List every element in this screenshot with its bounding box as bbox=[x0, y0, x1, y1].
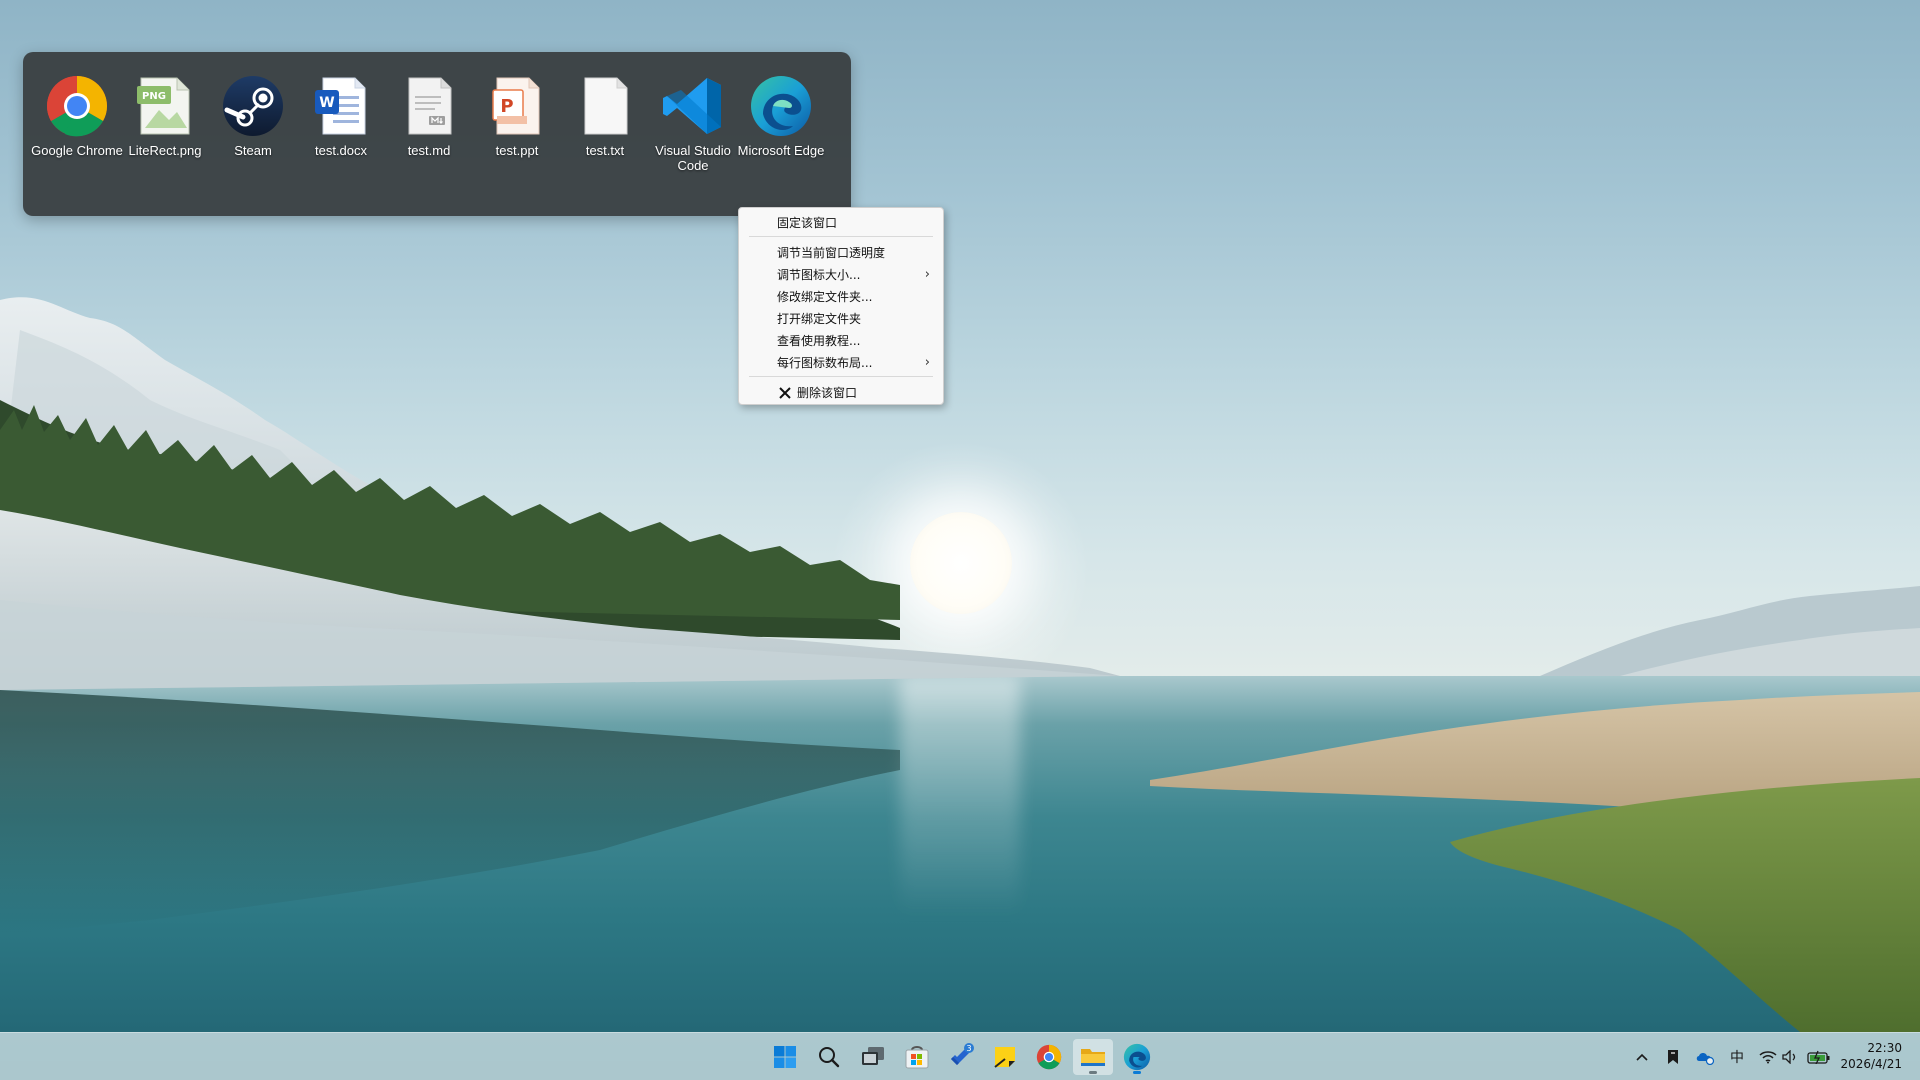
desktop-item-label: test.md bbox=[407, 143, 451, 158]
sticky-notes-icon bbox=[994, 1047, 1015, 1068]
submenu-arrow-icon: › bbox=[924, 355, 930, 370]
desktop-item-label: Microsoft Edge bbox=[737, 143, 825, 158]
tray-bookmark[interactable] bbox=[1663, 1045, 1683, 1069]
fence-context-menu: 固定该窗口 调节当前窗口透明度 调节图标大小... › 修改绑定文件夹... 打… bbox=[738, 207, 944, 405]
menu-item-label: 每行图标数布局... bbox=[777, 356, 873, 370]
desktop-fence-panel[interactable]: Google Chrome PNG LiteRect.png Steam W t… bbox=[23, 52, 851, 216]
edge-icon bbox=[1123, 1043, 1151, 1071]
taskbar-chrome[interactable] bbox=[1029, 1039, 1069, 1075]
menu-item-adjust-opacity[interactable]: 调节当前窗口透明度 bbox=[740, 242, 942, 264]
bookmark-icon bbox=[1668, 1050, 1678, 1064]
edge-icon bbox=[747, 72, 815, 140]
menu-separator bbox=[749, 236, 933, 237]
desktop-item-google-chrome[interactable]: Google Chrome bbox=[31, 72, 123, 173]
menu-item-label: 查看使用教程... bbox=[777, 334, 861, 348]
markdown-file-icon bbox=[395, 72, 463, 140]
taskbar-clock[interactable]: 22:30 2026/4/21 bbox=[1832, 1040, 1902, 1072]
chrome-icon bbox=[43, 72, 111, 140]
menu-item-pin-window[interactable]: 固定该窗口 bbox=[740, 212, 942, 234]
desktop-item-label: test.ppt bbox=[495, 143, 539, 158]
desktop-item-test-docx[interactable]: W test.docx bbox=[297, 72, 385, 173]
powerpoint-file-icon: P bbox=[483, 72, 551, 140]
desktop-item-test-ppt[interactable]: P test.ppt bbox=[473, 72, 561, 173]
tray-show-hidden-icons[interactable] bbox=[1632, 1045, 1652, 1069]
menu-item-label: 固定该窗口 bbox=[777, 216, 838, 230]
menu-item-label: 调节当前窗口透明度 bbox=[777, 246, 886, 260]
menu-item-adjust-icon-size[interactable]: 调节图标大小... › bbox=[740, 264, 942, 286]
volume-icon bbox=[1782, 1050, 1796, 1064]
desktop-item-test-txt[interactable]: test.txt bbox=[561, 72, 649, 173]
png-file-icon: PNG bbox=[131, 72, 199, 140]
microsoft-store-icon bbox=[905, 1046, 929, 1069]
start-icon bbox=[774, 1046, 796, 1068]
desktop-item-steam[interactable]: Steam bbox=[209, 72, 297, 173]
desktop-item-visual-studio-code[interactable]: Visual Studio Code bbox=[649, 72, 737, 173]
fence-icon-grid: Google Chrome PNG LiteRect.png Steam W t… bbox=[31, 72, 825, 173]
wifi-icon bbox=[1759, 1051, 1777, 1064]
task-view-icon bbox=[862, 1047, 884, 1065]
file-explorer-icon bbox=[1081, 1049, 1105, 1066]
tray-wifi[interactable] bbox=[1758, 1045, 1778, 1069]
tray-onedrive[interactable] bbox=[1694, 1045, 1716, 1069]
svg-text:3: 3 bbox=[966, 1044, 971, 1053]
chevron-up-icon bbox=[1636, 1053, 1648, 1061]
menu-item-label: 修改绑定文件夹... bbox=[777, 290, 873, 304]
desktop-item-label: LiteRect.png bbox=[128, 143, 202, 158]
vscode-icon bbox=[659, 72, 727, 140]
taskbar-start-button[interactable] bbox=[765, 1039, 805, 1075]
tray-input-method[interactable]: 中 bbox=[1727, 1045, 1747, 1069]
menu-item-label: 打开绑定文件夹 bbox=[777, 312, 862, 326]
tray-battery[interactable] bbox=[1806, 1045, 1832, 1069]
menu-separator bbox=[749, 376, 933, 377]
clock-time: 22:30 bbox=[1867, 1041, 1902, 1055]
todo-icon: 3 bbox=[951, 1043, 974, 1065]
menu-item-label: 删除该窗口 bbox=[797, 386, 858, 400]
menu-item-open-bound-folder[interactable]: 打开绑定文件夹 bbox=[740, 308, 942, 330]
onedrive-sync-icon bbox=[1696, 1053, 1715, 1065]
taskbar-search-button[interactable] bbox=[809, 1039, 849, 1075]
menu-item-delete-window[interactable]: 删除该窗口 bbox=[740, 382, 942, 404]
running-indicator bbox=[1133, 1071, 1141, 1074]
battery-charging-icon bbox=[1807, 1050, 1830, 1064]
desktop-item-label: Visual Studio Code bbox=[655, 143, 731, 173]
svg-text:PNG: PNG bbox=[142, 91, 166, 102]
taskbar-todo[interactable]: 3 bbox=[941, 1039, 981, 1075]
menu-item-edit-bound-folder[interactable]: 修改绑定文件夹... bbox=[740, 286, 942, 308]
taskbar-sticky-notes[interactable] bbox=[985, 1039, 1025, 1075]
desktop-item-label: test.txt bbox=[585, 143, 625, 158]
clock-date: 2026/4/21 bbox=[1840, 1057, 1902, 1071]
desktop-item-literect-png[interactable]: PNG LiteRect.png bbox=[121, 72, 209, 173]
taskbar: 3 中 22:30 2026/4/21 bbox=[0, 1032, 1920, 1080]
close-icon bbox=[779, 387, 791, 399]
taskbar-task-view-button[interactable] bbox=[853, 1039, 893, 1075]
taskbar-edge[interactable] bbox=[1117, 1039, 1157, 1075]
desktop-item-label: Steam bbox=[234, 143, 272, 158]
svg-text:P: P bbox=[500, 96, 513, 117]
chrome-icon bbox=[1036, 1044, 1062, 1070]
desktop-item-test-md[interactable]: test.md bbox=[385, 72, 473, 173]
steam-icon bbox=[219, 72, 287, 140]
taskbar-microsoft-store[interactable] bbox=[897, 1039, 937, 1075]
desktop-item-microsoft-edge[interactable]: Microsoft Edge bbox=[737, 72, 825, 173]
taskbar-file-explorer[interactable] bbox=[1073, 1039, 1113, 1075]
ime-indicator: 中 bbox=[1730, 1049, 1744, 1065]
menu-item-view-tutorial[interactable]: 查看使用教程... bbox=[740, 330, 942, 352]
desktop-item-label: Google Chrome bbox=[31, 143, 123, 158]
menu-item-label: 调节图标大小... bbox=[777, 268, 861, 282]
tray-volume[interactable] bbox=[1780, 1045, 1800, 1069]
submenu-arrow-icon: › bbox=[924, 267, 930, 282]
menu-item-icons-per-row[interactable]: 每行图标数布局... › bbox=[740, 352, 942, 374]
svg-text:W: W bbox=[319, 95, 334, 111]
text-file-icon bbox=[571, 72, 639, 140]
desktop-item-label: test.docx bbox=[314, 143, 368, 158]
running-indicator bbox=[1089, 1071, 1097, 1074]
search-icon bbox=[819, 1047, 840, 1068]
word-file-icon: W bbox=[307, 72, 375, 140]
